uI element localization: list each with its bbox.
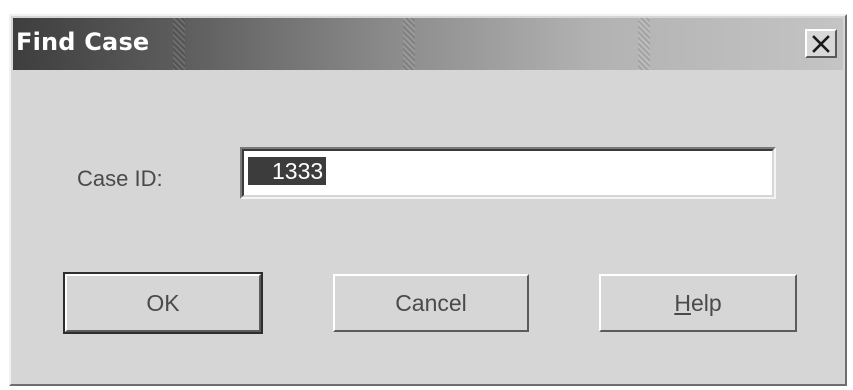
dialog-title: Find Case xyxy=(16,28,150,56)
title-bar-texture xyxy=(173,18,185,70)
help-accelerator-key: H xyxy=(674,289,691,316)
cancel-button[interactable]: Cancel xyxy=(333,274,529,332)
find-case-dialog: Find Case Case ID: 1333 OK Cancel Help xyxy=(9,14,847,386)
help-button-label-rest: elp xyxy=(690,289,722,316)
title-bar-texture xyxy=(638,18,650,70)
case-id-value: 1333 xyxy=(248,157,327,185)
case-id-input[interactable]: 1333 xyxy=(240,147,776,199)
ok-button-label: OK xyxy=(146,289,180,316)
close-button[interactable] xyxy=(805,29,837,58)
close-icon xyxy=(811,34,831,53)
title-bar-texture xyxy=(403,18,415,70)
title-bar[interactable]: Find Case xyxy=(13,18,843,70)
help-button[interactable]: Help xyxy=(599,274,797,332)
cancel-button-label: Cancel xyxy=(395,289,467,316)
help-button-label: Help xyxy=(674,290,721,317)
ok-button[interactable]: OK xyxy=(63,272,263,334)
case-id-label: Case ID: xyxy=(77,166,163,191)
